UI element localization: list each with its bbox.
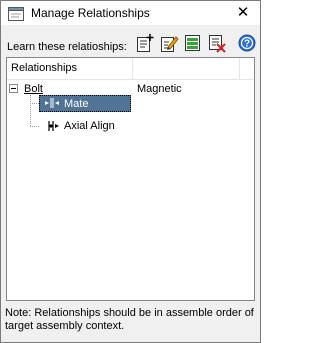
list-header: Relationships: [7, 58, 254, 80]
add-relationship-icon: [137, 34, 154, 52]
manage-relationships-dialog: Manage Relationships ✕ Learn these relat…: [0, 0, 261, 343]
add-relationship-button[interactable]: [135, 33, 155, 53]
column-divider[interactable]: [132, 58, 133, 79]
edit-relationship-button[interactable]: [159, 33, 179, 53]
help-button[interactable]: ?: [237, 33, 257, 53]
delete-relationship-button[interactable]: [207, 33, 227, 53]
list-relationship-button[interactable]: [183, 33, 203, 53]
help-icon: ?: [238, 34, 256, 52]
app-icon: [8, 7, 24, 21]
axial-align-icon: [48, 121, 59, 131]
title-bar: Manage Relationships ✕: [1, 1, 260, 25]
relationships-list[interactable]: Relationships Bolt Magnetic Mate Axial A…: [6, 57, 255, 301]
tree-root-value: Magnetic: [137, 83, 182, 95]
tree-line: [30, 103, 39, 104]
close-icon: ✕: [236, 4, 250, 21]
toolbar-label: Learn these relatioships:: [7, 41, 127, 53]
tree-root-label[interactable]: Bolt: [24, 83, 43, 95]
close-button[interactable]: ✕: [230, 3, 256, 23]
delete-relationship-icon: [209, 35, 226, 53]
mate-icon: [45, 98, 59, 108]
tree-line: [30, 126, 39, 127]
window-title: Manage Relationships: [31, 6, 150, 20]
column-divider[interactable]: [239, 58, 240, 79]
collapse-toggle[interactable]: [9, 84, 18, 93]
list-relationship-icon: [185, 35, 200, 51]
edit-relationship-icon: [161, 36, 179, 52]
tree-item-label[interactable]: Mate: [64, 98, 88, 110]
svg-text:?: ?: [244, 39, 250, 50]
tree-item-label[interactable]: Axial Align: [64, 120, 115, 132]
tree-line: [30, 95, 31, 126]
column-header-relationships[interactable]: Relationships: [11, 62, 77, 74]
note-text: Note: Relationships should be in assembl…: [5, 307, 254, 332]
